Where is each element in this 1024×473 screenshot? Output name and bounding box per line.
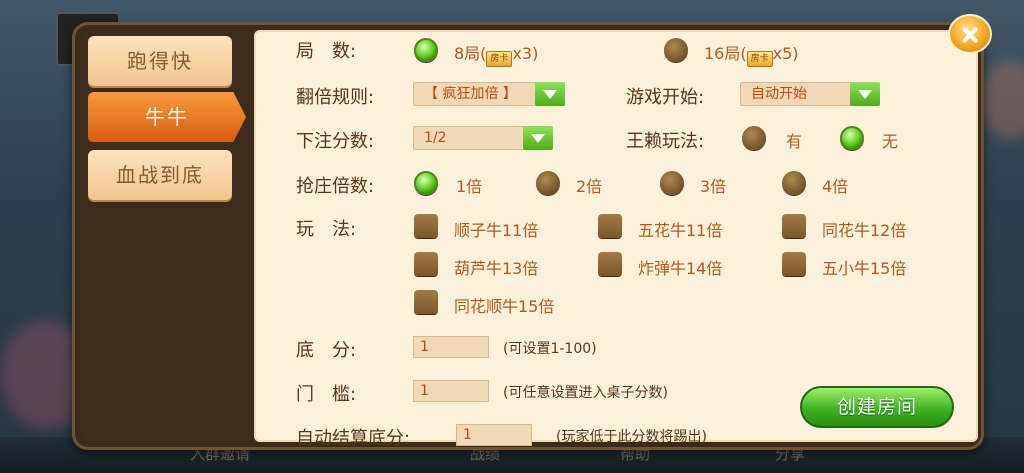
play-rules-label: 玩 法: — [296, 219, 357, 240]
room-card-icon: 房卡 — [486, 51, 513, 67]
wild-play-yes-radio[interactable] — [742, 126, 766, 150]
tab-paodekuai[interactable]: 跑得快 — [88, 36, 232, 86]
rule-zhadan-label[interactable]: 炸弹牛14倍 — [638, 255, 722, 279]
rounds-16-radio[interactable] — [664, 38, 688, 62]
rule-tonghua-label[interactable]: 同花牛12倍 — [822, 217, 906, 241]
rule-hulu-checkbox[interactable] — [414, 252, 438, 276]
rounds-8-radio[interactable] — [414, 38, 438, 62]
double-rule-label: 翻倍规则: — [296, 87, 375, 108]
threshold-input[interactable]: 1 — [413, 380, 489, 402]
rule-wuxiao-checkbox[interactable] — [782, 252, 806, 276]
threshold-label: 门 槛: — [296, 384, 357, 405]
auto-settle-label: 自动结算底分: — [296, 428, 411, 449]
wild-play-no-label[interactable]: 无 — [882, 128, 898, 152]
multiplier-3-label[interactable]: 3倍 — [700, 173, 726, 197]
game-start-value: 自动开始 — [751, 86, 807, 102]
game-start-label: 游戏开始: — [626, 87, 705, 108]
bet-score-label: 下注分数: — [296, 131, 375, 152]
rule-shunzi-label[interactable]: 顺子牛11倍 — [454, 217, 538, 241]
rule-tonghua-checkbox[interactable] — [782, 214, 806, 238]
room-card-icon: 房卡 — [746, 51, 773, 67]
rounds-8-label: 8局( — [454, 44, 487, 63]
background-decoration — [980, 60, 1024, 140]
multiplier-1-label[interactable]: 1倍 — [456, 173, 482, 197]
wild-play-label: 王赖玩法: — [626, 131, 705, 152]
rule-tonghuashun-label[interactable]: 同花顺牛15倍 — [454, 293, 554, 317]
close-icon[interactable] — [948, 14, 992, 54]
auto-settle-hint: (玩家低于此分数将踢出) — [556, 429, 707, 445]
rule-hulu-label[interactable]: 葫芦牛13倍 — [454, 255, 538, 279]
double-rule-value: 【 疯狂加倍 】 — [424, 86, 517, 102]
rule-shunzi-checkbox[interactable] — [414, 214, 438, 238]
tab-niuniu[interactable]: 牛牛 — [88, 92, 246, 142]
multiplier-4-radio[interactable] — [782, 171, 806, 195]
bet-score-select[interactable]: 1/2 — [413, 126, 553, 150]
chevron-down-icon — [523, 126, 553, 150]
double-rule-select[interactable]: 【 疯狂加倍 】 — [413, 82, 565, 106]
wild-play-yes-label[interactable]: 有 — [786, 128, 802, 152]
chevron-down-icon — [535, 82, 565, 106]
create-room-button[interactable]: 创建房间 — [800, 386, 954, 428]
rule-wuxiao-label[interactable]: 五小牛15倍 — [822, 255, 906, 279]
wild-play-no-radio[interactable] — [840, 126, 864, 150]
banker-multiplier-label: 抢庄倍数: — [296, 176, 375, 197]
multiplier-4-label[interactable]: 4倍 — [822, 173, 848, 197]
multiplier-3-radio[interactable] — [660, 171, 684, 195]
base-score-input[interactable]: 1 — [413, 336, 489, 358]
tab-xuezhandaodi[interactable]: 血战到底 — [88, 150, 232, 200]
rounds-16-label: 16局( — [704, 44, 747, 63]
threshold-hint: (可任意设置进入桌子分数) — [503, 385, 668, 401]
rule-tonghuashun-checkbox[interactable] — [414, 290, 438, 314]
chevron-down-icon — [850, 82, 880, 106]
base-score-hint: (可设置1-100) — [503, 341, 597, 357]
multiplier-1-radio[interactable] — [414, 171, 438, 195]
auto-settle-input[interactable]: 1 — [456, 424, 532, 446]
game-type-sidebar: 跑得快 牛牛 血战到底 — [80, 30, 256, 442]
bet-score-value: 1/2 — [424, 130, 447, 146]
rule-zhadan-checkbox[interactable] — [598, 252, 622, 276]
rounds-8-cost: x3) — [512, 44, 539, 63]
rounds-label: 局 数: — [296, 41, 357, 62]
rule-wuhua-label[interactable]: 五花牛11倍 — [638, 217, 722, 241]
rounds-16-option[interactable]: 16局(房卡 x5) — [704, 40, 799, 67]
rounds-16-cost: x5) — [772, 44, 799, 63]
game-start-select[interactable]: 自动开始 — [740, 82, 880, 106]
base-score-label: 底 分: — [296, 340, 357, 361]
rule-wuhua-checkbox[interactable] — [598, 214, 622, 238]
multiplier-2-radio[interactable] — [536, 171, 560, 195]
rounds-8-option[interactable]: 8局(房卡 x3) — [454, 40, 538, 67]
multiplier-2-label[interactable]: 2倍 — [576, 173, 602, 197]
